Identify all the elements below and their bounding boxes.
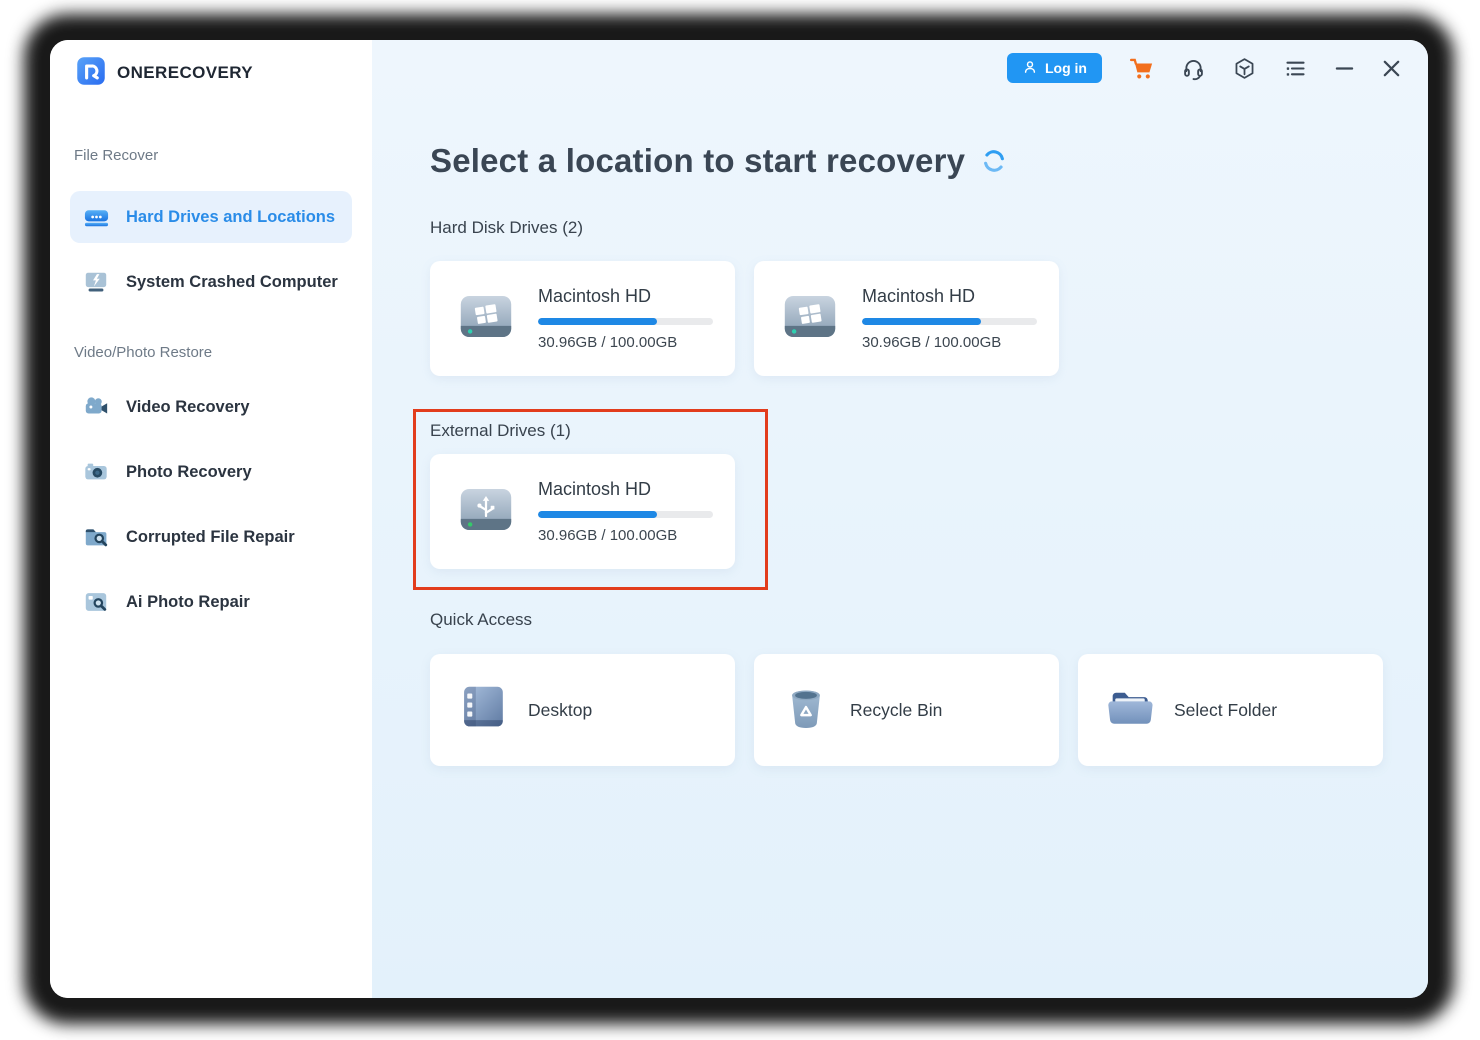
drive-name: Macintosh HD [538, 479, 713, 500]
cart-icon[interactable] [1128, 55, 1155, 82]
usb-drive-icon [458, 485, 514, 539]
drive-usage-text: 30.96GB / 100.00GB [538, 334, 713, 351]
crashed-computer-icon [82, 269, 110, 295]
drive-usage-text: 30.96GB / 100.00GB [862, 334, 1037, 351]
sidebar-item-label: Corrupted File Repair [126, 528, 295, 547]
login-label: Log in [1045, 60, 1087, 76]
app-window: ONERECOVERY File Recover Hard Drives and… [50, 40, 1428, 998]
folder-repair-icon [82, 524, 110, 550]
hard-drive-icon [82, 204, 110, 231]
folder-icon [1104, 684, 1156, 736]
sidebar-item-ai-photo-repair[interactable]: Ai Photo Repair [70, 576, 352, 628]
sidebar-section-video-photo: Video/Photo Restore [50, 344, 372, 361]
external-drives-highlight: External Drives (1) [413, 409, 768, 590]
desktop-icon [456, 684, 510, 736]
user-icon [1022, 59, 1038, 78]
sidebar-item-hard-drives[interactable]: Hard Drives and Locations [70, 191, 352, 243]
section-external-drives: External Drives (1) [430, 421, 765, 441]
video-camera-icon [82, 394, 110, 420]
headset-support-icon[interactable] [1181, 56, 1206, 81]
quick-access-desktop[interactable]: Desktop [430, 654, 735, 766]
photo-camera-icon [82, 459, 110, 485]
internal-drive-icon [458, 292, 514, 346]
quick-access-label: Recycle Bin [850, 700, 942, 721]
page-title: Select a location to start recovery [430, 142, 965, 180]
sidebar-item-video-recovery[interactable]: Video Recovery [70, 381, 352, 433]
logo-icon [76, 56, 106, 91]
refresh-icon[interactable] [981, 148, 1007, 174]
sidebar-item-label: System Crashed Computer [126, 273, 338, 292]
product-cube-icon[interactable] [1232, 56, 1257, 81]
drive-card-external-macintosh-hd[interactable]: Macintosh HD 30.96GB / 100.00GB [430, 454, 735, 569]
sidebar-item-label: Hard Drives and Locations [126, 208, 335, 227]
titlebar-controls: Log in [1007, 53, 1402, 83]
drive-name: Macintosh HD [538, 286, 713, 307]
quick-access-label: Select Folder [1174, 700, 1277, 721]
recycle-bin-icon [780, 684, 832, 736]
drive-usage-text: 30.96GB / 100.00GB [538, 527, 713, 544]
quick-access-recycle-bin[interactable]: Recycle Bin [754, 654, 1059, 766]
drive-usage-bar [538, 318, 713, 325]
close-button[interactable] [1381, 58, 1402, 79]
drive-card-macintosh-hd-1[interactable]: Macintosh HD 30.96GB / 100.00GB [430, 261, 735, 376]
app-title: ONERECOVERY [117, 63, 253, 83]
main-panel: Log in [372, 40, 1428, 998]
menu-list-icon[interactable] [1283, 56, 1308, 81]
drive-usage-bar [862, 318, 1037, 325]
login-button[interactable]: Log in [1007, 53, 1102, 83]
section-hard-disk-drives: Hard Disk Drives (2) [430, 218, 1428, 238]
internal-drive-icon [782, 292, 838, 346]
sidebar-item-label: Video Recovery [126, 398, 250, 417]
quick-access-select-folder[interactable]: Select Folder [1078, 654, 1383, 766]
minimize-button[interactable] [1334, 58, 1355, 79]
drive-name: Macintosh HD [862, 286, 1037, 307]
drive-usage-bar [538, 511, 713, 518]
sidebar-item-label: Ai Photo Repair [126, 593, 250, 612]
section-quick-access: Quick Access [430, 610, 1428, 630]
sidebar-item-label: Photo Recovery [126, 463, 252, 482]
sidebar: ONERECOVERY File Recover Hard Drives and… [50, 40, 372, 998]
photo-repair-icon [82, 589, 110, 615]
quick-access-label: Desktop [528, 700, 592, 721]
sidebar-item-system-crashed[interactable]: System Crashed Computer [70, 256, 352, 308]
sidebar-section-file-recover: File Recover [50, 147, 372, 164]
sidebar-item-photo-recovery[interactable]: Photo Recovery [70, 446, 352, 498]
sidebar-item-corrupted-file-repair[interactable]: Corrupted File Repair [70, 511, 352, 563]
app-logo: ONERECOVERY [50, 56, 372, 90]
drive-card-macintosh-hd-2[interactable]: Macintosh HD 30.96GB / 100.00GB [754, 261, 1059, 376]
